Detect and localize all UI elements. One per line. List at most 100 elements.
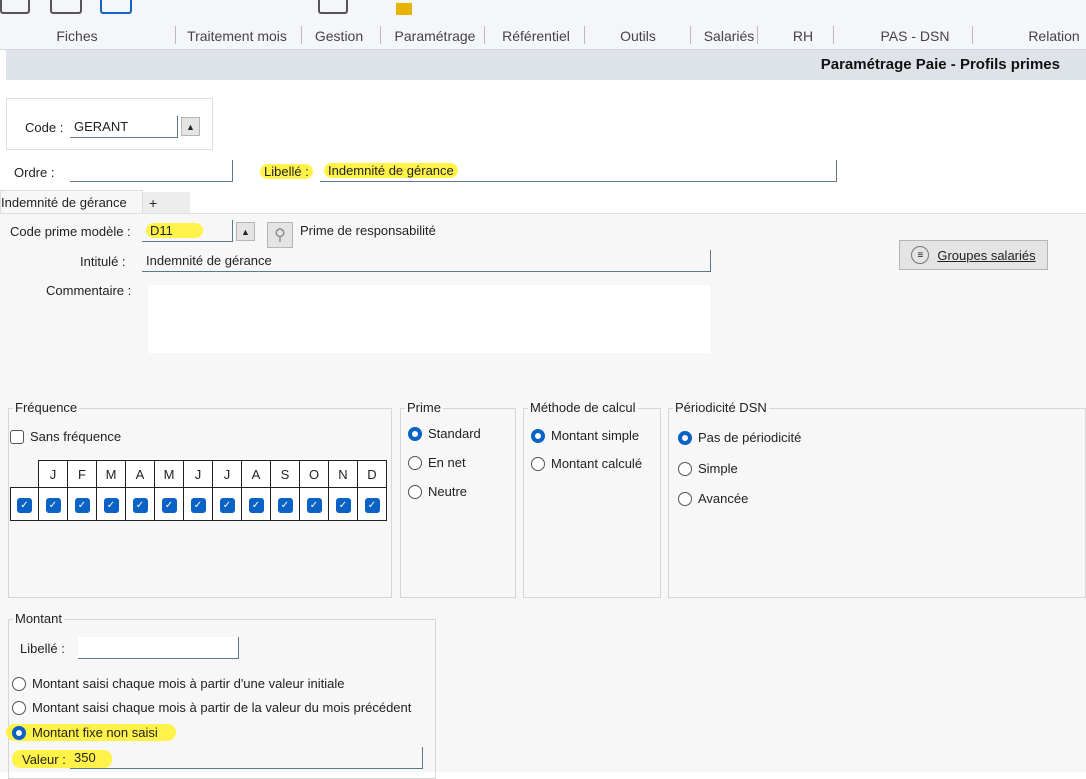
- prime-radio-standard[interactable]: Standard: [408, 426, 481, 441]
- ribbon-group-traitement-mois[interactable]: Traitement mois: [180, 28, 294, 44]
- radio-label: Pas de périodicité: [698, 430, 802, 445]
- code-prime-description: Prime de responsabilité: [300, 223, 436, 238]
- libelle-input[interactable]: Indemnité de gérance: [320, 160, 837, 182]
- search-icon[interactable]: ⚲: [267, 222, 293, 248]
- ribbon-icon[interactable]: [100, 0, 132, 14]
- ordre-input[interactable]: [70, 160, 233, 182]
- sans-frequence-checkbox[interactable]: Sans fréquence: [10, 429, 121, 444]
- code-label: Code :: [25, 120, 64, 135]
- commentaire-textarea[interactable]: [148, 285, 710, 353]
- intitule-label: Intitulé :: [80, 254, 126, 269]
- code-dropdown-button[interactable]: ▲: [181, 117, 200, 136]
- month-header: M: [154, 460, 184, 488]
- month-header: J: [212, 460, 242, 488]
- checkbox[interactable]: ✓: [219, 497, 235, 513]
- methode-radio-calcule[interactable]: Montant calculé: [531, 456, 642, 471]
- commentaire-label: Commentaire :: [46, 283, 132, 298]
- checkbox[interactable]: ✓: [45, 497, 61, 513]
- month-checkbox-cell[interactable]: ✓: [38, 487, 68, 521]
- checkbox[interactable]: ✓: [306, 497, 322, 513]
- ribbon-group-salaries[interactable]: Salariés: [700, 28, 758, 44]
- checkbox[interactable]: ✓: [74, 497, 90, 513]
- all-months-checkbox-cell[interactable]: ✓: [10, 487, 39, 521]
- ribbon-icon[interactable]: [0, 0, 30, 14]
- tab-add[interactable]: +: [143, 192, 190, 213]
- montant-legend: Montant: [13, 611, 64, 626]
- radio-label: Standard: [428, 426, 481, 441]
- ribbon-group-rh[interactable]: RH: [780, 28, 826, 44]
- month-header: S: [270, 460, 300, 488]
- montant-radio-fixe[interactable]: Montant fixe non saisi: [6, 724, 176, 741]
- periodicite-radio-aucune[interactable]: Pas de périodicité: [678, 430, 801, 445]
- montant-libelle-label: Libellé :: [20, 641, 65, 656]
- periodicite-radio-avancee[interactable]: Avancée: [678, 491, 748, 506]
- percent-folder-icon[interactable]: [396, 3, 412, 15]
- ribbon-group-pas-dsn[interactable]: PAS - DSN: [870, 28, 960, 44]
- periodicite-radio-simple[interactable]: Simple: [678, 461, 738, 476]
- month-checkbox-cell[interactable]: ✓: [96, 487, 126, 521]
- montant-libelle-input[interactable]: [78, 637, 239, 659]
- methode-radio-simple[interactable]: Montant simple: [531, 428, 639, 443]
- checkbox[interactable]: ✓: [277, 497, 293, 513]
- frequence-legend: Fréquence: [13, 400, 80, 415]
- month-checkbox-cell[interactable]: ✓: [328, 487, 358, 521]
- ribbon-group-outils[interactable]: Outils: [610, 28, 666, 44]
- tab-indemnite-de-gerance[interactable]: Indemnité de gérance: [0, 190, 143, 214]
- sans-frequence-label: Sans fréquence: [30, 429, 122, 444]
- code-prime-input[interactable]: D11: [142, 220, 233, 242]
- methode-legend: Méthode de calcul: [528, 400, 638, 415]
- month-checkbox-cell[interactable]: ✓: [125, 487, 155, 521]
- month-checkbox-cell[interactable]: ✓: [212, 487, 242, 521]
- radio-label: Simple: [698, 461, 738, 476]
- month-checkbox-cell[interactable]: ✓: [299, 487, 329, 521]
- montant-radio-mois-precedent[interactable]: Montant saisi chaque mois à partir de la…: [12, 700, 411, 715]
- checkbox[interactable]: ✓: [364, 497, 380, 513]
- code-input[interactable]: GERANT: [70, 116, 178, 138]
- libelle-label: Libellé :: [260, 164, 313, 179]
- checkbox[interactable]: ✓: [190, 497, 206, 513]
- month-header: A: [125, 460, 155, 488]
- edit-icon[interactable]: [318, 0, 348, 14]
- month-checkbox-cell[interactable]: ✓: [67, 487, 97, 521]
- tab-label: Indemnité de gérance: [1, 195, 127, 210]
- checkbox[interactable]: ✓: [335, 497, 351, 513]
- prime-radio-neutre[interactable]: Neutre: [408, 484, 467, 499]
- page-title: Paramétrage Paie - Profils primes: [820, 56, 1060, 73]
- radio-label: Montant calculé: [551, 456, 643, 471]
- checkbox[interactable]: ✓: [248, 497, 264, 513]
- radio-label: Avancée: [698, 491, 749, 506]
- prime-radio-en-net[interactable]: En net: [408, 455, 466, 470]
- month-checkbox-cell[interactable]: ✓: [357, 487, 387, 521]
- ribbon-icon[interactable]: [50, 0, 82, 14]
- code-prime-value: D11: [146, 223, 203, 238]
- radio-label: Neutre: [428, 484, 468, 499]
- month-checkbox-cell[interactable]: ✓: [183, 487, 213, 521]
- month-checkbox-cell[interactable]: ✓: [241, 487, 271, 521]
- month-header: M: [96, 460, 126, 488]
- checkbox[interactable]: ✓: [161, 497, 177, 513]
- radio-label: En net: [428, 455, 466, 470]
- valeur-label: Valeur :: [22, 752, 66, 767]
- ribbon-group-fiches[interactable]: Fiches: [40, 28, 114, 44]
- ribbon-group-parametrage[interactable]: Paramétrage: [388, 28, 482, 44]
- ribbon-group-relation[interactable]: Relation: [1022, 28, 1086, 44]
- month-checkbox-cell[interactable]: ✓: [270, 487, 300, 521]
- checkbox[interactable]: ✓: [17, 497, 32, 513]
- valeur-input[interactable]: 350: [70, 747, 423, 769]
- month-header: N: [328, 460, 358, 488]
- intitule-input[interactable]: Indemnité de gérance: [142, 250, 711, 272]
- checkbox[interactable]: ✓: [103, 497, 119, 513]
- months-grid: JFMAMJJASOND ✓ ✓ ✓ ✓ ✓ ✓ ✓ ✓ ✓ ✓ ✓ ✓ ✓: [10, 460, 387, 521]
- code-prime-dropdown-button[interactable]: ▲: [236, 222, 255, 241]
- month-header: O: [299, 460, 329, 488]
- montant-radio-valeur-initiale[interactable]: Montant saisi chaque mois à partir d'une…: [12, 676, 344, 691]
- ribbon-group-referentiel[interactable]: Référentiel: [496, 28, 576, 44]
- groupes-salaries-button[interactable]: ≡ Groupes salariés: [899, 240, 1048, 270]
- month-header: J: [183, 460, 213, 488]
- month-checkbox-cell[interactable]: ✓: [154, 487, 184, 521]
- filter-icon: ≡: [911, 246, 930, 264]
- checkbox[interactable]: ✓: [132, 497, 148, 513]
- month-header: J: [38, 460, 68, 488]
- libelle-value: Indemnité de gérance: [324, 163, 458, 178]
- ribbon-group-gestion[interactable]: Gestion: [308, 28, 370, 44]
